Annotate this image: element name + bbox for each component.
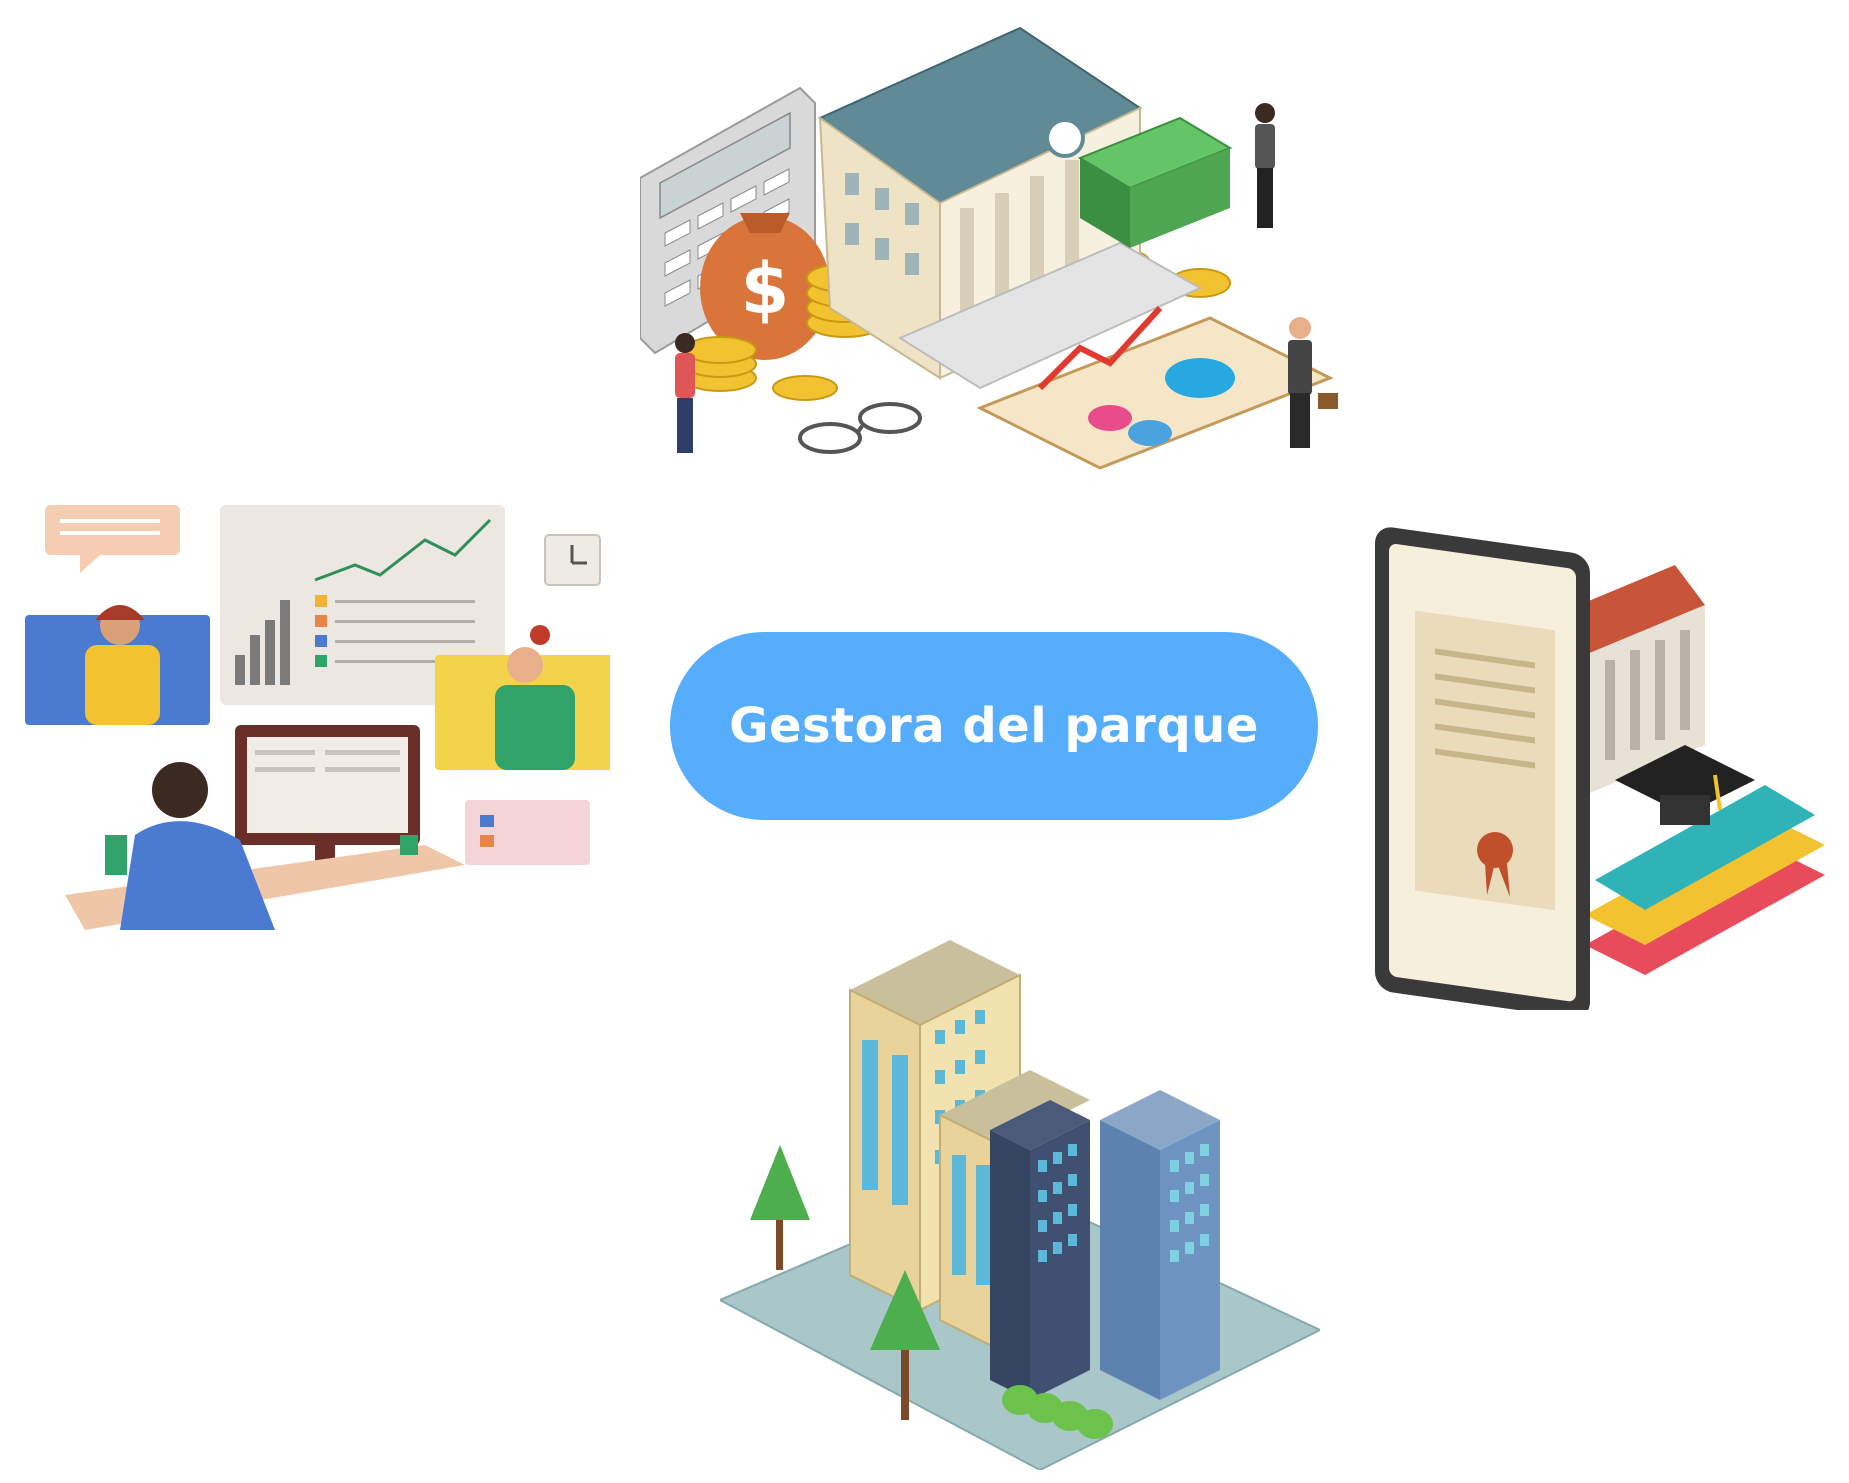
chat-bubble-icon: [45, 505, 180, 573]
center-node-label: Gestora del parque: [729, 698, 1259, 754]
city-buildings-illustration: [720, 930, 1320, 1470]
education-certificate-illustration: [1375, 525, 1840, 1010]
tablet-certificate-icon: [1375, 527, 1590, 1010]
online-meeting-office-illustration: [25, 505, 610, 930]
note-card-icon: [465, 800, 590, 865]
svg-text:$: $: [741, 248, 790, 330]
dark-tower-icon: [990, 1100, 1090, 1400]
glasses-icon: [798, 402, 922, 454]
bank-finance-illustration: $: [640, 8, 1360, 478]
clock-icon: [544, 534, 601, 586]
computer-desk-icon: [65, 725, 465, 930]
center-node: Gestora del parque: [670, 632, 1318, 820]
blue-tower-icon: [1100, 1090, 1220, 1400]
